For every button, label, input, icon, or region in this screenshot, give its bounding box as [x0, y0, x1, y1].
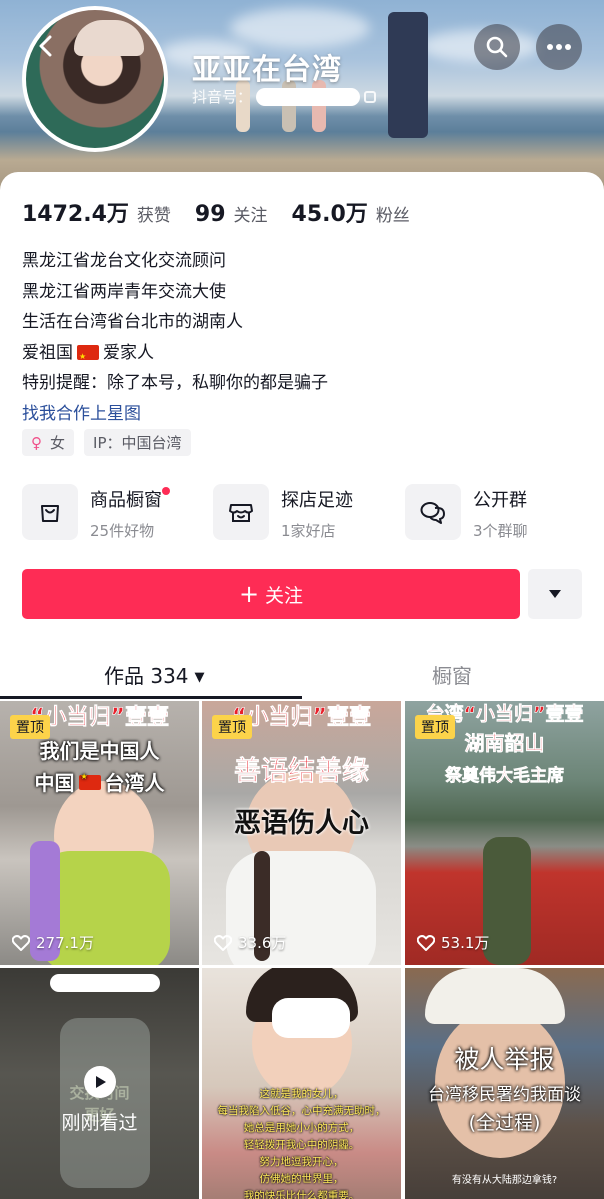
heart-icon	[214, 934, 232, 951]
shortcut-title: 商品橱窗	[90, 486, 170, 512]
china-flag-icon	[77, 342, 99, 373]
recently-watched-label: 刚刚看过	[61, 1112, 138, 1134]
video-caption: 被人举报	[454, 1045, 555, 1074]
stat-followers-label: 粉丝	[375, 206, 410, 226]
store-icon	[213, 484, 269, 540]
shortcut-row: 商品橱窗 25件好物 探店足迹 1家好店 公开群 3个群聊	[22, 484, 592, 542]
ip-label: IP：中国台湾	[93, 434, 182, 452]
bio-line: 生活在台湾省台北市的湖南人	[22, 312, 243, 332]
bio-text: 爱家人	[103, 342, 154, 363]
tab-shop-window[interactable]: 橱窗	[432, 660, 472, 689]
shortcut-store-visits[interactable]: 探店足迹 1家好店	[213, 484, 353, 542]
caret-down-icon: ▼	[194, 670, 205, 685]
redacted-overlay	[272, 998, 350, 1038]
play-icon	[84, 1066, 116, 1098]
stat-following[interactable]: 99 关注	[195, 201, 268, 227]
stat-followers-value: 45.0万	[291, 202, 368, 227]
tab-works-label: 作品 334	[104, 664, 189, 688]
follow-label: 关注	[265, 584, 304, 607]
video-thumbnail[interactable]: 交换时间 更好 刚刚看过	[0, 968, 199, 1199]
stat-following-label: 关注	[233, 206, 268, 226]
stat-likes: 1472.4万 获赞	[22, 196, 171, 228]
shortcut-public-group[interactable]: 公开群 3个群聊	[405, 484, 528, 542]
video-thumbnail[interactable]: 台湾“小当归”壹壹 湖南韶山 祭奠伟大毛主席 置顶 53.1万	[405, 701, 604, 965]
video-grid: “小当归”壹壹 我们是中国人 中国台湾人 置顶 277.1万 “小当归”壹壹 善…	[0, 701, 604, 1199]
profile-page: 亚亚在台湾 抖音号： 1472.4万 获赞 99 关注 45.0万 粉丝 黑龙江…	[0, 0, 604, 1199]
shortcut-title: 探店足迹	[281, 490, 353, 511]
bio-line: 特别提醒：除了本号，私聊你的都是骗子	[22, 373, 328, 393]
content-tabs: 作品 334 ▼ 橱窗	[0, 650, 604, 700]
more-button[interactable]	[536, 24, 582, 70]
recommend-dropdown-button[interactable]	[528, 569, 582, 619]
like-count: 277.1万	[12, 932, 94, 953]
heart-icon	[417, 934, 435, 951]
profile-name: 亚亚在台湾	[192, 52, 343, 86]
video-caption: 祭奠伟大毛主席	[445, 766, 565, 787]
chat-bubbles-icon	[405, 484, 461, 540]
video-thumbnail[interactable]: “小当归”壹壹 善语结善缘 恶语伤人心 置顶 33.6万	[202, 701, 401, 965]
video-thumbnail[interactable]: 这就是我的女儿， 每当我陷入低谷，心中充满无助时， 她总是用她小小的方式， 轻轻…	[202, 968, 401, 1199]
stat-likes-label: 获赞	[136, 206, 171, 226]
heart-icon	[12, 934, 30, 951]
profile-tags: ♀ 女 IP：中国台湾	[22, 429, 201, 456]
douyin-id-redacted	[256, 87, 361, 106]
bio-line: 爱祖国 爱家人	[22, 338, 328, 373]
plus-icon: +	[238, 580, 260, 608]
more-dots-icon	[547, 44, 571, 50]
tab-indicator	[0, 696, 302, 699]
back-button[interactable]	[26, 26, 66, 66]
video-caption: 我们是中国人	[39, 739, 160, 763]
notification-dot	[162, 487, 170, 495]
gender-tag: ♀ 女	[22, 429, 75, 456]
female-icon: ♀	[31, 433, 42, 452]
stat-followers[interactable]: 45.0万 粉丝	[292, 196, 410, 228]
like-count: 33.6万	[214, 932, 286, 953]
shortcut-shop-window[interactable]: 商品橱窗 25件好物	[22, 484, 170, 542]
video-thumbnail[interactable]: 被人举报 台湾移民署约我面谈 (全过程) 有没有从大陆那边拿钱?	[405, 968, 604, 1199]
shortcut-subtitle: 25件好物	[90, 522, 155, 540]
bio: 黑龙江省龙台文化交流顾问 黑龙江省两岸青年交流大使 生活在台湾省台北市的湖南人 …	[22, 246, 328, 429]
video-caption: 中国台湾人	[0, 767, 199, 796]
redacted-overlay	[50, 974, 160, 992]
video-caption: 善语结善缘	[234, 756, 370, 788]
video-subtitles: 这就是我的女儿， 每当我陷入低谷，心中充满无助时， 她总是用她小小的方式， 轻轻…	[217, 1088, 386, 1199]
tab-works[interactable]: 作品 334 ▼	[104, 660, 205, 689]
gender-label: 女	[50, 434, 66, 452]
pinned-badge: 置顶	[212, 715, 252, 739]
video-subtitle: 有没有从大陆那边拿钱?	[451, 1175, 558, 1186]
shortcut-title: 公开群	[473, 490, 527, 511]
bio-line: 黑龙江省龙台文化交流顾问	[22, 251, 226, 271]
bio-text: 爱祖国	[22, 342, 73, 363]
stats-row: 1472.4万 获赞 99 关注 45.0万 粉丝	[22, 196, 434, 228]
search-button[interactable]	[474, 24, 520, 70]
video-thumbnail[interactable]: “小当归”壹壹 我们是中国人 中国台湾人 置顶 277.1万	[0, 701, 199, 965]
china-flag-icon	[78, 772, 101, 790]
stat-likes-value: 1472.4万	[22, 202, 129, 227]
douyin-id-label: 抖音号：	[192, 88, 253, 106]
video-caption: 台湾移民署约我面谈	[428, 1085, 581, 1105]
follow-button[interactable]: + 关注	[22, 569, 520, 619]
shopping-bag-icon	[22, 484, 78, 540]
bio-line: 黑龙江省两岸青年交流大使	[22, 281, 226, 302]
star-map-link[interactable]: 找我合作上星图	[22, 399, 328, 430]
search-icon	[486, 36, 508, 58]
shortcut-subtitle: 1家好店	[281, 522, 336, 540]
caret-down-icon	[549, 590, 561, 598]
copy-icon[interactable]	[364, 90, 377, 103]
pinned-badge: 置顶	[10, 715, 50, 739]
video-caption: 恶语伤人心	[234, 808, 369, 839]
shortcut-subtitle: 3个群聊	[473, 522, 528, 540]
stat-following-value: 99	[194, 202, 226, 227]
douyin-id: 抖音号：	[192, 86, 377, 107]
pinned-badge: 置顶	[415, 715, 455, 739]
chevron-left-icon	[39, 35, 52, 57]
ip-tag: IP：中国台湾	[84, 429, 191, 456]
banner-figure	[388, 12, 428, 138]
video-caption: (全过程)	[468, 1112, 541, 1134]
like-count: 53.1万	[417, 932, 489, 953]
